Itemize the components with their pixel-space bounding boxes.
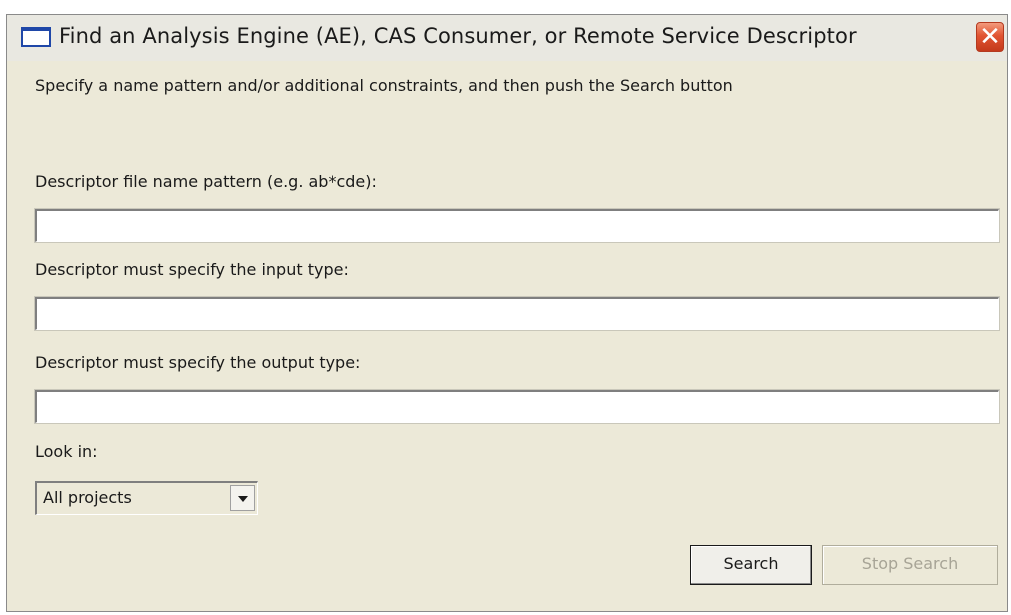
name-pattern-label: Descriptor file name pattern (e.g. ab*cd…	[35, 172, 377, 191]
find-descriptor-dialog: Find an Analysis Engine (AE), CAS Consum…	[6, 14, 1008, 612]
title-bar[interactable]: Find an Analysis Engine (AE), CAS Consum…	[7, 15, 1007, 61]
look-in-selected-value: All projects	[43, 488, 132, 507]
look-in-label: Look in:	[35, 442, 98, 461]
output-type-label: Descriptor must specify the output type:	[35, 353, 361, 372]
input-type-label: Descriptor must specify the input type:	[35, 260, 349, 279]
look-in-dropdown[interactable]: All projects	[35, 481, 258, 515]
output-type-input[interactable]	[35, 390, 999, 423]
dialog-title: Find an Analysis Engine (AE), CAS Consum…	[59, 24, 857, 48]
close-icon: ✕	[979, 22, 1001, 52]
stop-search-button[interactable]: Stop Search	[822, 545, 998, 585]
input-type-input[interactable]	[35, 297, 999, 330]
window-icon	[21, 27, 51, 47]
search-button[interactable]: Search	[690, 545, 812, 585]
chevron-down-icon[interactable]	[230, 485, 255, 511]
instructions-text: Specify a name pattern and/or additional…	[35, 76, 733, 95]
close-button[interactable]: ✕	[976, 22, 1004, 52]
name-pattern-input[interactable]	[35, 209, 999, 242]
